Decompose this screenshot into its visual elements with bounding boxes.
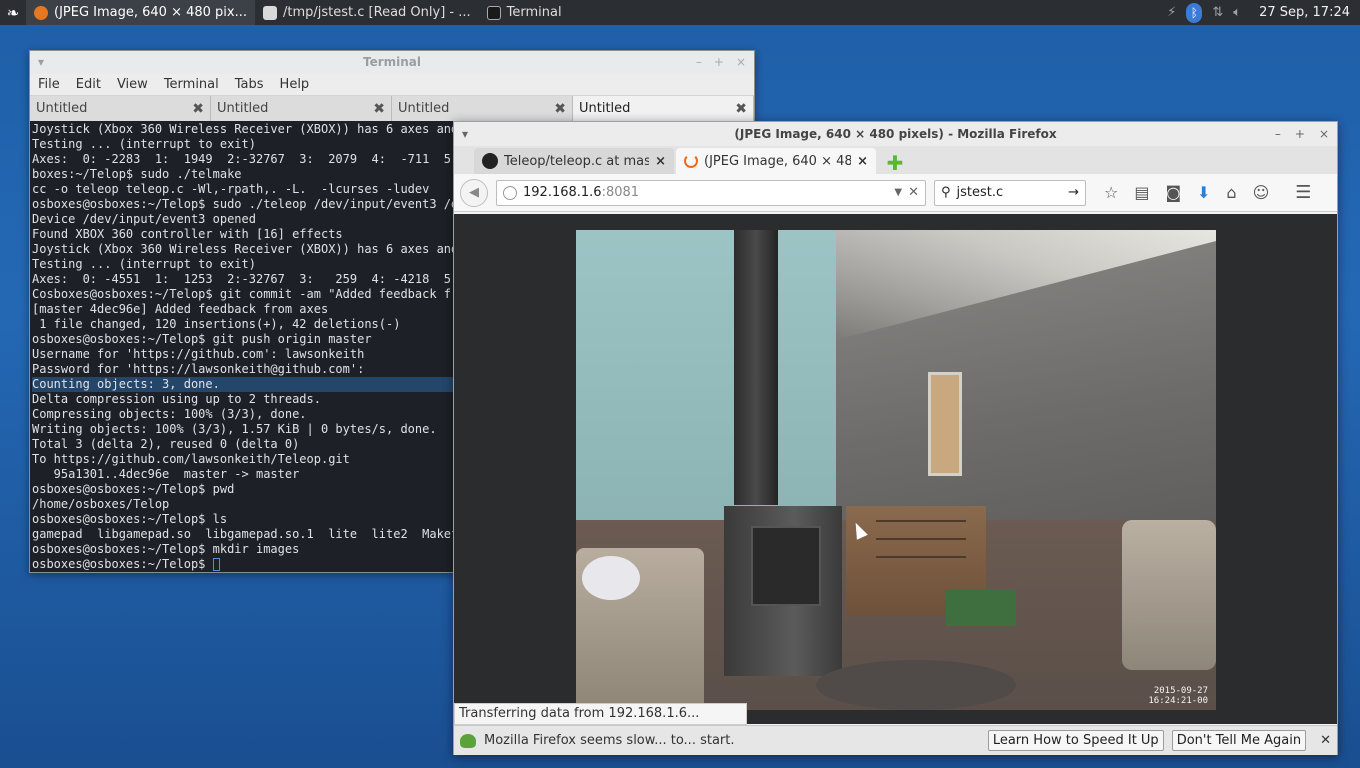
window-menu-icon[interactable]: ▾ (462, 122, 468, 146)
volume-icon[interactable]: 🔈︎ (1233, 5, 1241, 20)
maximize-icon[interactable]: + (1295, 122, 1305, 146)
slow-start-notification: Mozilla Firefox seems slow... to... star… (454, 725, 1337, 755)
terminal-tab[interactable]: Untitled ✖ (30, 96, 211, 121)
tab-label: Untitled (579, 101, 631, 116)
url-bar[interactable]: 192.168.1.6:8081 ▼ ✕ (496, 179, 926, 206)
new-tab-icon[interactable]: ✚ (884, 151, 906, 175)
tab-close-icon[interactable]: ✖ (192, 101, 204, 117)
top-panel: ❧ (JPEG Image, 640 × 480 pix... /tmp/jst… (0, 0, 1360, 25)
back-button[interactable]: ◀ (460, 178, 488, 207)
dont-tell-again-button[interactable]: Don't Tell Me Again (1171, 730, 1307, 751)
navigation-toolbar: ◀ 192.168.1.6:8081 ▼ ✕ ⚲ jstest.c → ☆ ▤ … (454, 174, 1337, 212)
menu-edit[interactable]: Edit (68, 77, 109, 92)
firefox-window: ▾ (JPEG Image, 640 × 480 pixels) - Mozil… (453, 121, 1338, 755)
terminal-tab-active[interactable]: Untitled ✖ (573, 96, 754, 121)
browser-tabstrip: Teleop/teleop.c at mast... × (JPEG Image… (454, 146, 1337, 175)
tab-label: Untitled (36, 101, 88, 116)
search-value: jstest.c (956, 185, 1004, 200)
tab-close-icon[interactable]: × (655, 154, 666, 169)
chat-icon[interactable]: ☺ (1253, 183, 1270, 202)
bluetooth-icon[interactable]: ᛒ (1186, 2, 1203, 23)
tab-close-icon[interactable]: ✖ (373, 101, 385, 117)
search-icon: ⚲ (941, 185, 951, 200)
system-tray: ⚡ ᛒ ⇅ 🔈︎ 27 Sep, 17:24 (1167, 2, 1360, 23)
close-icon[interactable]: × (736, 51, 746, 74)
window-title: Terminal (362, 55, 422, 69)
tab-label: Teleop/teleop.c at mast... (504, 153, 650, 169)
menu-terminal[interactable]: Terminal (156, 77, 227, 92)
notification-close-icon[interactable]: ✕ (1320, 733, 1331, 748)
globe-icon (503, 185, 517, 200)
taskbar-item-label: /tmp/jstest.c [Read Only] - ... (283, 5, 471, 20)
github-icon (482, 153, 498, 169)
menu-view[interactable]: View (109, 77, 156, 92)
stop-icon[interactable]: ✕ (908, 185, 919, 200)
url-host: 192.168.1.6 (523, 185, 602, 200)
reading-list-icon[interactable]: ▤ (1134, 183, 1149, 202)
taskbar-item-terminal[interactable]: Terminal (479, 0, 570, 25)
bookmark-star-icon[interactable]: ☆ (1104, 183, 1118, 202)
menu-help[interactable]: Help (272, 77, 318, 92)
menu-file[interactable]: File (30, 77, 68, 92)
browser-tab-image[interactable]: (JPEG Image, 640 × 480 ... × (676, 148, 876, 174)
turtle-icon (460, 733, 476, 748)
terminal-cursor (212, 558, 220, 571)
firefox-icon (34, 5, 48, 20)
pocket-icon[interactable]: ◙ (1165, 183, 1181, 202)
tab-close-icon[interactable]: ✖ (735, 101, 747, 117)
terminal-tabs: Untitled ✖ Untitled ✖ Untitled ✖ Untitle… (30, 96, 754, 121)
search-bar[interactable]: ⚲ jstest.c → (934, 179, 1086, 206)
terminal-tab[interactable]: Untitled ✖ (392, 96, 573, 121)
tab-close-icon[interactable]: ✖ (554, 101, 566, 117)
window-menu-icon[interactable]: ▾ (38, 51, 44, 74)
whisker-menu-icon[interactable]: ❧ (0, 0, 26, 25)
camera-image[interactable]: 2015-09-27 16:24:21-00 (576, 230, 1216, 710)
power-icon[interactable]: ⚡ (1167, 5, 1176, 20)
terminal-icon (486, 5, 501, 20)
minimize-icon[interactable]: – (696, 51, 702, 74)
maximize-icon[interactable]: + (714, 51, 724, 74)
timestamp-date: 2015-09-27 (1153, 686, 1208, 696)
notification-text: Mozilla Firefox seems slow... to... star… (484, 733, 735, 748)
url-port: :8081 (601, 185, 640, 200)
text-editor-icon (263, 5, 278, 20)
learn-speed-up-button[interactable]: Learn How to Speed It Up (987, 730, 1164, 751)
toolbar-buttons: ☆ ▤ ◙ ⬇ ⌂ ☺ ☰ (1104, 182, 1311, 203)
minimize-icon[interactable]: – (1275, 122, 1281, 146)
close-icon[interactable]: × (1319, 122, 1329, 146)
url-history-dropdown-icon[interactable]: ▼ (894, 187, 902, 198)
tab-label: Untitled (398, 101, 450, 116)
tab-label: Untitled (217, 101, 269, 116)
tab-close-icon[interactable]: × (857, 154, 868, 169)
hamburger-menu-icon[interactable]: ☰ (1295, 182, 1311, 203)
window-title: (JPEG Image, 640 × 480 pixels) - Mozilla… (734, 127, 1057, 141)
home-icon[interactable]: ⌂ (1226, 183, 1236, 202)
clock[interactable]: 27 Sep, 17:24 (1259, 5, 1350, 20)
taskbar-item-firefox[interactable]: (JPEG Image, 640 × 480 pix... (26, 0, 256, 25)
loading-spinner-icon (684, 154, 698, 168)
taskbar-item-editor[interactable]: /tmp/jstest.c [Read Only] - ... (255, 0, 479, 25)
browser-tab-github[interactable]: Teleop/teleop.c at mast... × (474, 148, 674, 174)
taskbar-item-label: Terminal (506, 5, 562, 20)
tab-label: (JPEG Image, 640 × 480 ... (704, 153, 852, 169)
download-icon[interactable]: ⬇ (1197, 183, 1210, 202)
network-icon[interactable]: ⇅ (1212, 5, 1223, 20)
terminal-menubar: File Edit View Terminal Tabs Help (30, 74, 754, 96)
terminal-titlebar[interactable]: ▾ Terminal – + × (30, 51, 754, 74)
menu-tabs[interactable]: Tabs (227, 77, 272, 92)
taskbar-item-label: (JPEG Image, 640 × 480 pix... (54, 5, 248, 20)
terminal-tab[interactable]: Untitled ✖ (211, 96, 392, 121)
page-content: 2015-09-27 16:24:21-00 (454, 214, 1337, 724)
firefox-titlebar[interactable]: ▾ (JPEG Image, 640 × 480 pixels) - Mozil… (454, 122, 1337, 146)
image-timestamp: 2015-09-27 16:24:21-00 (1148, 686, 1208, 706)
search-go-icon[interactable]: → (1068, 185, 1079, 200)
timestamp-time: 16:24:21-00 (1148, 696, 1208, 706)
status-popup: Transferring data from 192.168.1.6... (454, 703, 747, 725)
